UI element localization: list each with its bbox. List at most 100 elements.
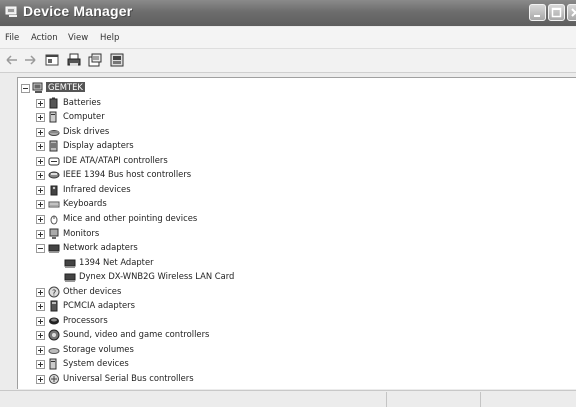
- tree-item[interactable]: IDE ATA/ATAPI controllers: [18, 154, 278, 168]
- expand-toggle[interactable]: [36, 214, 45, 224]
- close-icon: [571, 8, 576, 17]
- tree-item[interactable]: Network adapters: [18, 241, 278, 255]
- tree-item[interactable]: PCMCIA adapters: [18, 299, 278, 313]
- menu-action[interactable]: Action: [31, 33, 58, 43]
- expand-toggle[interactable]: [36, 229, 45, 239]
- expand-toggle[interactable]: [36, 316, 45, 326]
- status-divider: [480, 392, 481, 407]
- minimize-button[interactable]: [529, 4, 546, 21]
- title-bar[interactable]: Device Manager: [0, 0, 576, 26]
- tree-root[interactable]: GEMTEK: [18, 81, 138, 95]
- expand-toggle[interactable]: [36, 375, 45, 384]
- sound-icon: [48, 329, 60, 341]
- forward-arrow-icon[interactable]: [22, 52, 38, 68]
- tree-item[interactable]: ? Other devices: [18, 285, 278, 299]
- maximize-button[interactable]: [548, 4, 565, 21]
- keyboard-icon: [48, 201, 60, 208]
- tree-item[interactable]: Infrared devices: [18, 183, 278, 197]
- expand-toggle[interactable]: [36, 302, 45, 312]
- tree-item[interactable]: Computer: [18, 110, 278, 124]
- ieee1394-icon: [48, 171, 60, 179]
- tree-item[interactable]: Mice and other pointing devices: [18, 212, 278, 226]
- tree-item-label[interactable]: PCMCIA adapters: [63, 300, 135, 310]
- device-manager-icon: [5, 6, 17, 17]
- expand-toggle[interactable]: [36, 200, 45, 210]
- tree-item-label[interactable]: Keyboards: [63, 198, 107, 208]
- tree-child-item[interactable]: 1394 Net Adapter: [18, 256, 278, 270]
- tree-item-label[interactable]: IDE ATA/ATAPI controllers: [63, 155, 168, 165]
- menu-help[interactable]: Help: [100, 33, 119, 43]
- tree-item-label[interactable]: Network adapters: [63, 242, 138, 252]
- device-tree-pane[interactable]: GEMTEK Batteries Computer Disk drives Displ…: [17, 77, 576, 389]
- tree-item-label[interactable]: Storage volumes: [63, 344, 134, 354]
- tree-item[interactable]: Universal Serial Bus controllers: [18, 372, 278, 386]
- tree-item[interactable]: Processors: [18, 314, 278, 328]
- expand-toggle[interactable]: [36, 331, 45, 341]
- minimize-icon: [534, 15, 540, 17]
- computer-root-icon: [32, 82, 43, 93]
- tree-item[interactable]: System devices: [18, 357, 278, 371]
- root-label[interactable]: GEMTEK: [46, 82, 85, 92]
- print-icon[interactable]: [66, 52, 82, 68]
- tree-item[interactable]: Sound, video and game controllers: [18, 328, 278, 342]
- expand-toggle[interactable]: [36, 142, 45, 152]
- expand-toggle[interactable]: [36, 98, 45, 108]
- device-manager-window: Device Manager File Action View Help GEM…: [0, 0, 576, 407]
- menu-file[interactable]: File: [5, 33, 19, 43]
- expand-toggle[interactable]: [36, 127, 45, 137]
- tree-item-label[interactable]: Universal Serial Bus controllers: [63, 373, 194, 383]
- tree-item-label[interactable]: Sound, video and game controllers: [63, 329, 209, 339]
- network-adapter-icon: [64, 273, 76, 283]
- collapse-toggle[interactable]: [36, 244, 45, 254]
- tree-item-label[interactable]: Processors: [63, 315, 108, 325]
- expand-toggle[interactable]: [36, 287, 45, 297]
- help-icon[interactable]: [109, 52, 125, 68]
- window-title: Device Manager: [23, 3, 133, 19]
- menu-view[interactable]: View: [68, 33, 88, 43]
- tree-item-label[interactable]: Infrared devices: [63, 184, 131, 194]
- tree-child-item[interactable]: Dynex DX-WNB2G Wireless LAN Card: [18, 270, 278, 284]
- tree-item-label[interactable]: Display adapters: [63, 140, 134, 150]
- tree-item[interactable]: IEEE 1394 Bus host controllers: [18, 168, 278, 182]
- expand-toggle[interactable]: [36, 171, 45, 181]
- pcmcia-icon: [50, 300, 58, 312]
- tree-item-label[interactable]: Computer: [63, 111, 105, 121]
- menu-bar: File Action View Help: [0, 27, 576, 49]
- display-adapter-icon: [49, 140, 58, 152]
- device-tree[interactable]: GEMTEK Batteries Computer Disk drives Displ…: [18, 78, 576, 389]
- tree-item-label[interactable]: Monitors: [63, 228, 99, 238]
- status-divider: [386, 392, 387, 407]
- tree-child-label[interactable]: 1394 Net Adapter: [79, 257, 154, 267]
- disk-drive-icon: [48, 129, 60, 136]
- tree-item[interactable]: Monitors: [18, 227, 278, 241]
- tree-item[interactable]: Disk drives: [18, 125, 278, 139]
- tree-item[interactable]: Display adapters: [18, 139, 278, 153]
- tree-item-label[interactable]: Other devices: [63, 286, 121, 296]
- show-hide-console-tree-icon[interactable]: [44, 52, 60, 68]
- tree-child-label[interactable]: Dynex DX-WNB2G Wireless LAN Card: [79, 271, 234, 281]
- expand-toggle[interactable]: [36, 360, 45, 370]
- close-button[interactable]: [567, 4, 576, 21]
- collapse-root-toggle[interactable]: [21, 84, 30, 93]
- tree-item[interactable]: Batteries: [18, 96, 278, 110]
- tree-item-label[interactable]: IEEE 1394 Bus host controllers: [63, 169, 191, 179]
- tree-item-label[interactable]: Batteries: [63, 97, 101, 107]
- usb-icon: [49, 374, 59, 384]
- properties-icon[interactable]: [87, 52, 103, 68]
- back-arrow-icon[interactable]: [4, 52, 20, 68]
- tree-item-label[interactable]: Mice and other pointing devices: [63, 213, 197, 223]
- expand-toggle[interactable]: [36, 113, 45, 123]
- other-devices-icon: ?: [48, 286, 60, 298]
- tree-item-label[interactable]: System devices: [63, 358, 129, 368]
- expand-toggle[interactable]: [36, 156, 45, 166]
- tree-item[interactable]: Keyboards: [18, 197, 278, 211]
- expand-toggle[interactable]: [36, 345, 45, 355]
- tree-item-label[interactable]: Disk drives: [63, 126, 109, 136]
- expand-toggle[interactable]: [36, 185, 45, 195]
- toolbar: [0, 49, 576, 73]
- network-adapter-icon: [64, 259, 76, 268]
- ide-controller-icon: [48, 157, 60, 166]
- processor-icon: [49, 317, 59, 325]
- tree-item[interactable]: Storage volumes: [18, 343, 278, 357]
- mouse-icon: [50, 215, 58, 225]
